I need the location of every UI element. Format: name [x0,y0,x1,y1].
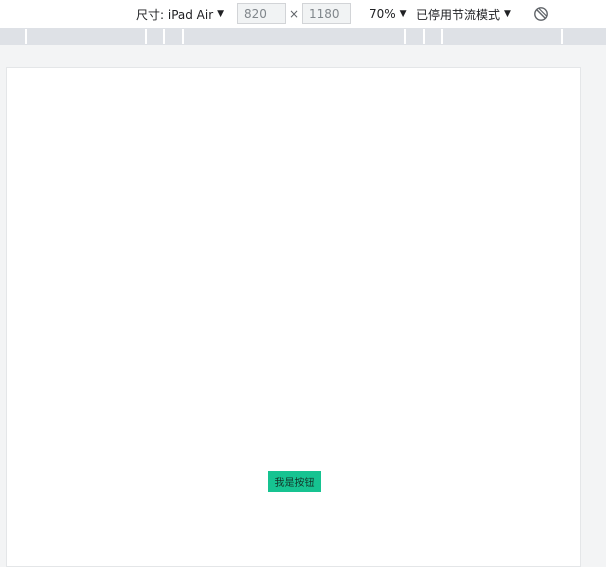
ruler-marker[interactable] [182,29,184,44]
device-viewport: 我是按钮 [6,67,581,567]
ruler-marker[interactable] [25,29,27,44]
width-value: 820 [244,6,267,21]
ruler-marker[interactable] [441,29,443,44]
throttling-dropdown[interactable]: 已停用节流模式 ▼ [416,0,511,28]
chevron-down-icon: ▼ [504,9,511,19]
ruler-marker[interactable] [423,29,425,44]
throttling-label: 已停用节流模式 [416,7,501,22]
ruler-marker[interactable] [561,29,563,44]
height-input[interactable]: 1180 [302,3,351,24]
sample-button[interactable]: 我是按钮 [268,471,321,492]
media-query-ruler [0,28,606,45]
device-toolbar: 尺寸: iPad Air ▼ 820 × 1180 70% ▼ 已停用节流模式 … [0,0,606,28]
device-dimensions-label: 尺寸: iPad Air [136,7,214,22]
ruler-marker[interactable] [163,29,165,44]
times-sign: × [289,7,300,21]
chevron-down-icon: ▼ [217,9,225,19]
rotate-icon[interactable] [533,6,549,22]
device-dimensions-dropdown[interactable]: 尺寸: iPad Air ▼ [136,0,224,28]
chevron-down-icon: ▼ [399,9,407,19]
zoom-dropdown[interactable]: 70% ▼ [369,0,407,28]
ruler-marker[interactable] [145,29,147,44]
zoom-label: 70% [369,7,396,21]
width-input[interactable]: 820 [237,3,286,24]
ruler-marker[interactable] [404,29,406,44]
height-value: 1180 [309,6,340,21]
